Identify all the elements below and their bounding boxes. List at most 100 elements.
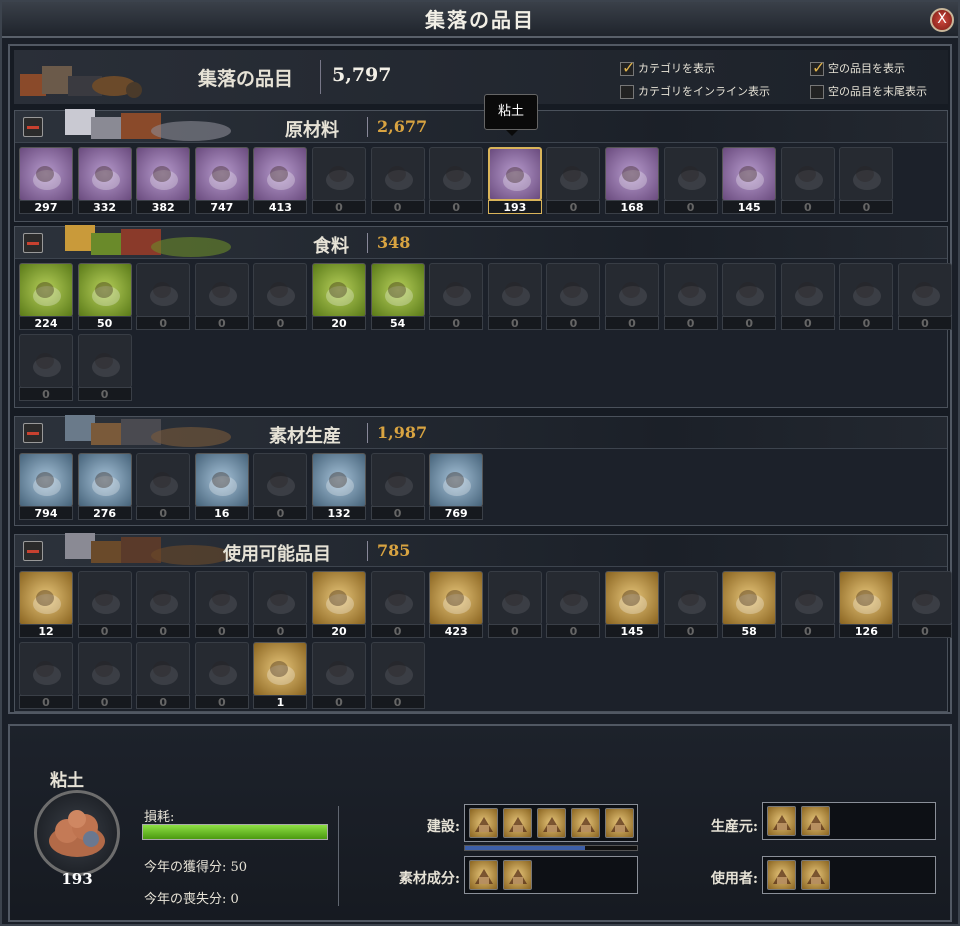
item-slot[interactable]: 297	[19, 147, 73, 215]
pottery-icon[interactable]	[503, 860, 532, 890]
item-slot[interactable]: 0	[487, 571, 542, 639]
item-slot[interactable]: 145	[722, 147, 777, 215]
item-slot[interactable]: 0	[663, 263, 718, 331]
collapse-button[interactable]	[23, 117, 43, 137]
item-slot[interactable]: 0	[136, 263, 191, 331]
item-slot[interactable]: 423	[429, 571, 484, 639]
title-bar: 集落の品目 X	[2, 2, 958, 38]
item-slot[interactable]: 382	[136, 147, 191, 215]
item-slot[interactable]: 0	[839, 147, 894, 215]
item-slot[interactable]: 0	[780, 263, 835, 331]
show-categories-checkbox[interactable]: カテゴリを表示	[620, 58, 715, 77]
item-slot[interactable]: 58	[722, 571, 777, 639]
item-slot[interactable]: 0	[253, 571, 308, 639]
item-slot[interactable]: 132	[312, 453, 366, 521]
garden-icon[interactable]	[605, 808, 634, 838]
item-icon-frame	[487, 263, 542, 317]
item-slot[interactable]: 413	[253, 147, 308, 215]
item-slot[interactable]: 0	[722, 263, 777, 331]
item-slot[interactable]: 54	[370, 263, 425, 331]
item-slot[interactable]: 0	[312, 147, 366, 215]
category-name: 原材料	[285, 120, 339, 141]
item-slot[interactable]: 0	[546, 147, 601, 215]
empty-items-last-checkbox[interactable]: 空の品目を末尾表示	[810, 83, 927, 99]
inline-categories-checkbox[interactable]: カテゴリをインライン表示	[620, 83, 770, 99]
item-slot[interactable]: 0	[546, 263, 601, 331]
item-slot[interactable]: 0	[77, 571, 132, 639]
item-slot[interactable]: 0	[546, 571, 601, 639]
item-count: 0	[136, 506, 191, 520]
longhouse-icon[interactable]	[537, 808, 566, 838]
item-icon-frame	[370, 571, 425, 625]
item-slot[interactable]: 0	[429, 147, 484, 215]
item-slot[interactable]: 0	[780, 571, 835, 639]
item-slot[interactable]: 0	[898, 263, 952, 331]
item-slot[interactable]: 0	[136, 453, 191, 521]
checkbox-box	[620, 58, 635, 77]
item-count: 0	[898, 624, 952, 638]
item-slot[interactable]: 0	[780, 147, 835, 215]
item-slot[interactable]: 0	[429, 263, 484, 331]
kiln-icon[interactable]	[767, 860, 796, 890]
item-slot[interactable]: 0	[663, 147, 718, 215]
item-icon-frame	[546, 263, 601, 317]
item-slot[interactable]: 1	[253, 642, 308, 710]
cottage-icon[interactable]	[469, 808, 498, 838]
item-slot[interactable]: 0	[663, 571, 718, 639]
item-slot[interactable]: 0	[898, 571, 952, 639]
item-slot[interactable]: 0	[77, 334, 132, 402]
item-slot[interactable]: 16	[194, 453, 249, 521]
item-slot[interactable]: 0	[194, 571, 249, 639]
workshop-icon[interactable]	[801, 860, 830, 890]
item-slot[interactable]: 168	[605, 147, 659, 215]
close-button[interactable]: X	[930, 8, 954, 32]
item-slot[interactable]: 0	[136, 571, 191, 639]
gained-this-year: 今年の獲得分: 50	[144, 860, 248, 875]
item-slot[interactable]: 769	[429, 453, 484, 521]
item-slot[interactable]: 145	[605, 571, 659, 639]
item-slot[interactable]: 0	[312, 642, 366, 710]
producers-box	[762, 802, 936, 840]
item-slot[interactable]: 0	[487, 263, 542, 331]
item-slot[interactable]: 0	[136, 642, 191, 710]
item-slot[interactable]: 794	[19, 453, 73, 521]
item-slot[interactable]: 332	[77, 147, 132, 215]
storehouse-icon[interactable]	[503, 808, 532, 838]
item-slot[interactable]: 0	[194, 263, 249, 331]
collapse-button[interactable]	[23, 541, 43, 561]
item-slot[interactable]: 276	[77, 453, 132, 521]
basket-icon	[736, 590, 765, 614]
item-count: 0	[312, 200, 366, 214]
item-slot[interactable]: 747	[194, 147, 249, 215]
detail-divider	[338, 806, 339, 906]
item-slot[interactable]: 0	[19, 334, 73, 402]
item-slot[interactable]: 0	[370, 642, 425, 710]
item-slot[interactable]: 12	[19, 571, 73, 639]
granary-icon[interactable]	[571, 808, 600, 838]
item-slot[interactable]: 20	[312, 263, 366, 331]
item-count: 0	[370, 200, 425, 214]
item-slot[interactable]: 0	[370, 453, 425, 521]
pit-house-icon[interactable]	[801, 806, 830, 836]
item-slot[interactable]: 0	[77, 642, 132, 710]
clay-brick-icon[interactable]	[469, 860, 498, 890]
item-slot[interactable]: 0	[370, 147, 425, 215]
collapse-button[interactable]	[23, 423, 43, 443]
item-slot[interactable]: 0	[605, 263, 659, 331]
show-empty-items-checkbox[interactable]: 空の品目を表示	[810, 58, 905, 77]
item-slot[interactable]: 0	[370, 571, 425, 639]
item-slot[interactable]: 0	[253, 453, 308, 521]
clay-pit-icon[interactable]	[767, 806, 796, 836]
item-slot[interactable]: 20	[312, 571, 366, 639]
item-slot[interactable]: 50	[77, 263, 132, 331]
item-slot[interactable]: 224	[19, 263, 73, 331]
collapse-button[interactable]	[23, 233, 43, 253]
item-slot[interactable]: 0	[19, 642, 73, 710]
item-slot[interactable]: 0	[839, 263, 894, 331]
item-slot[interactable]: 193	[487, 147, 542, 215]
item-slot[interactable]: 126	[839, 571, 894, 639]
item-slot[interactable]: 0	[194, 642, 249, 710]
spirits-icon	[912, 282, 940, 306]
item-icon-frame	[780, 571, 835, 625]
item-slot[interactable]: 0	[253, 263, 308, 331]
